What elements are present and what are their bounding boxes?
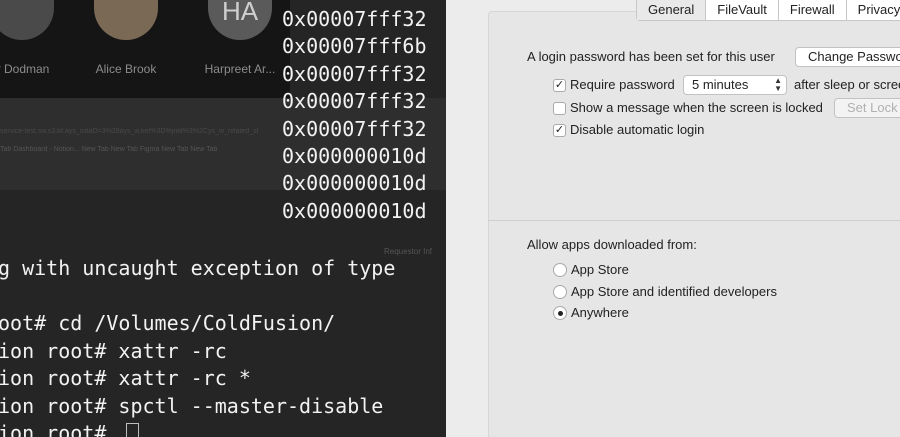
require-password-delay-select[interactable]: 5 minutes ▲ ▼ bbox=[683, 75, 787, 95]
hex-address-line: 0x00007fff32 bbox=[282, 61, 427, 86]
allow-apps-label: Allow apps downloaded from: bbox=[527, 237, 697, 252]
hex-address-line: 0x000000010d bbox=[282, 144, 427, 169]
disable-autologin-label: Disable automatic login bbox=[570, 122, 705, 137]
tab-general[interactable]: General bbox=[637, 0, 706, 20]
terminal-line: ion root# xattr -rc * bbox=[0, 365, 395, 393]
video-call-strip: y Dodman Alice Brook HA Harpreet Ar... bbox=[0, 0, 290, 98]
section-divider bbox=[488, 220, 900, 221]
radio-anywhere[interactable] bbox=[553, 306, 567, 320]
terminal-line: ion root# xattr -rc bbox=[0, 338, 395, 366]
delay-value: 5 minutes bbox=[692, 77, 749, 92]
terminal-cursor bbox=[126, 423, 140, 437]
terminal-output[interactable]: g with uncaught exception of type oot# cd… bbox=[0, 255, 395, 437]
participant-tile[interactable]: y Dodman bbox=[0, 0, 62, 98]
checkmark-icon: ✓ bbox=[554, 124, 565, 136]
terminal-line-text: ion root# xattr -rc bbox=[0, 338, 227, 363]
terminal-line: g with uncaught exception of type bbox=[0, 255, 395, 283]
avatar bbox=[0, 0, 54, 40]
tab-privacy[interactable]: Privacy bbox=[845, 0, 900, 20]
tab-firewall[interactable]: Firewall bbox=[777, 0, 846, 20]
require-password-label: Require password bbox=[570, 77, 675, 92]
participant-tile[interactable]: HA Harpreet Ar... bbox=[200, 0, 280, 98]
tab-bar: General FileVault Firewall Privacy bbox=[636, 0, 900, 21]
checkmark-icon: ✓ bbox=[554, 79, 565, 91]
terminal-background: y Dodman Alice Brook HA Harpreet Ar... s… bbox=[0, 0, 446, 437]
background-url-text: service-test.sw.s3.bf.ays_sidaD=3%28ays_… bbox=[0, 128, 259, 135]
require-password-checkbox[interactable]: ✓ bbox=[553, 79, 566, 92]
terminal-line-text: ion root# spctl --master-disable bbox=[0, 393, 384, 418]
avatar bbox=[94, 0, 158, 40]
hex-address-line: 0x000000010d bbox=[282, 198, 427, 223]
hex-address-line: 0x00007fff6b bbox=[282, 34, 427, 59]
hex-address-line: 0x00007fff32 bbox=[282, 7, 427, 31]
terminal-line-text: g with uncaught exception of type bbox=[0, 256, 396, 280]
radio-identified-developers-label: App Store and identified developers bbox=[571, 284, 777, 299]
terminal-line-text: oot# cd /Volumes/ColdFusion/ bbox=[0, 311, 336, 335]
stepper-arrows-icon: ▲ ▼ bbox=[774, 76, 782, 93]
after-sleep-text: after sleep or screen saver begins bbox=[794, 77, 900, 92]
terminal-line-text: ion root# bbox=[0, 421, 119, 437]
terminal-line: ion root# spctl --master-disable bbox=[0, 393, 395, 421]
show-message-label: Show a message when the screen is locked bbox=[570, 100, 823, 115]
hex-address-column: 0x00007fff32 0x00007fff6b 0x00007fff32 0x00… bbox=[282, 6, 427, 225]
hex-address-line: 0x00007fff32 bbox=[282, 89, 427, 114]
radio-app-store[interactable] bbox=[553, 263, 567, 277]
participant-name: Alice Brook bbox=[95, 62, 157, 76]
background-bookmarks-text: Tab Dashboard - Notion... New Tab New Ta… bbox=[0, 146, 218, 153]
set-lock-message-button[interactable]: Set Lock Message... bbox=[834, 98, 900, 118]
avatar-initials: HA bbox=[208, 0, 272, 40]
disable-autologin-checkbox[interactable]: ✓ bbox=[553, 124, 566, 137]
show-message-checkbox[interactable] bbox=[553, 102, 566, 115]
terminal-line-text: ion root# xattr -rc * bbox=[0, 366, 251, 390]
radio-anywhere-label: Anywhere bbox=[571, 305, 629, 320]
terminal-line: ion root# bbox=[0, 420, 395, 437]
change-password-button[interactable]: Change Password... bbox=[795, 47, 900, 67]
radio-app-store-label: App Store bbox=[571, 262, 629, 277]
participant-tile[interactable]: Alice Brook bbox=[86, 0, 166, 98]
tab-filevault[interactable]: FileVault bbox=[705, 0, 778, 20]
login-password-text: A login password has been set for this u… bbox=[527, 49, 775, 64]
hex-address-line: 0x00007fff32 bbox=[282, 116, 427, 141]
hex-address-line: 0x000000010d bbox=[282, 171, 427, 196]
radio-identified-developers[interactable] bbox=[553, 285, 567, 299]
security-privacy-panel: General FileVault Firewall Privacy A log… bbox=[446, 0, 900, 437]
terminal-line: oot# cd /Volumes/ColdFusion/ bbox=[0, 310, 395, 338]
